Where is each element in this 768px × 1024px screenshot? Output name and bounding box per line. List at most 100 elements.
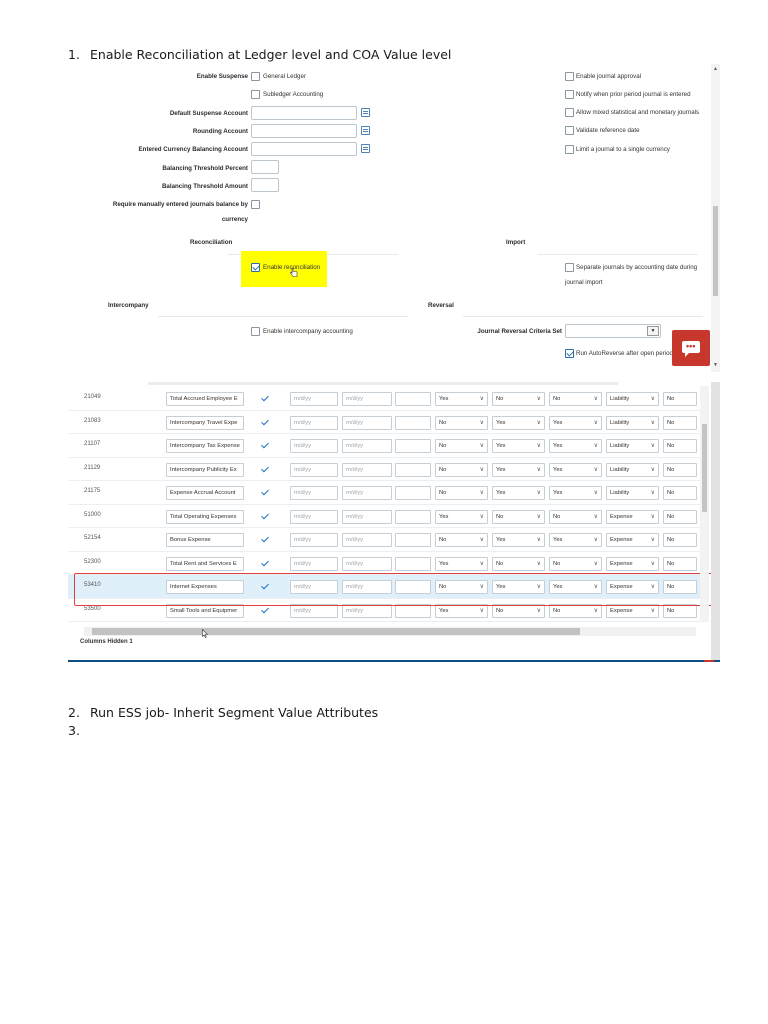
start-date-field[interactable]: m/d/yy — [290, 486, 338, 500]
start-date-field[interactable]: m/d/yy — [290, 533, 338, 547]
reconcile-select[interactable]: Yes — [549, 439, 602, 453]
allow-posting-select[interactable]: No — [492, 509, 545, 524]
last-column-field[interactable]: No — [663, 415, 697, 430]
reconcile-select[interactable]: Yes — [549, 462, 602, 477]
account-type-select[interactable]: Liability — [606, 439, 659, 453]
last-column-field[interactable]: No — [663, 533, 697, 547]
reconcile-select[interactable]: No — [549, 392, 602, 406]
validate-reference-date-checkbox[interactable] — [565, 126, 574, 135]
default-suspense-account-input[interactable] — [251, 106, 357, 120]
last-column-field[interactable]: No — [663, 439, 697, 453]
start-date-field[interactable]: m/d/yy — [290, 439, 338, 453]
blank-field[interactable] — [395, 439, 431, 453]
run-autoreverse-checkbox[interactable] — [565, 349, 574, 358]
enabled-checkbox[interactable] — [261, 606, 270, 615]
balancing-threshold-amount-input[interactable] — [251, 178, 279, 192]
allow-budgeting-select[interactable]: No — [435, 415, 488, 430]
blank-field[interactable] — [395, 533, 431, 547]
chat-button[interactable]: ••• — [672, 330, 710, 366]
last-column-field[interactable]: No — [663, 392, 697, 406]
table-vertical-scrollbar[interactable] — [700, 386, 709, 622]
table-row[interactable]: 52154 Bonus Expense m/d/yy m/d/yy No Yes Yes Ex… — [68, 528, 708, 552]
separate-journals-checkbox[interactable] — [565, 263, 574, 272]
end-date-field[interactable]: m/d/yy — [342, 486, 392, 500]
reconcile-select[interactable]: No — [549, 509, 602, 524]
account-type-select[interactable]: Liability — [606, 415, 659, 430]
start-date-field[interactable]: m/d/yy — [290, 415, 338, 430]
end-date-field[interactable]: m/d/yy — [342, 509, 392, 524]
enable-journal-approval-checkbox[interactable] — [565, 72, 574, 81]
table-vertical-scrollbar-thumb[interactable] — [702, 424, 707, 512]
reconcile-select[interactable]: Yes — [549, 415, 602, 430]
table-row[interactable]: 52300 Total Rent and Services E m/d/yy m/d/… — [68, 552, 708, 575]
allow-budgeting-select[interactable]: Yes — [435, 509, 488, 524]
blank-field[interactable] — [395, 462, 431, 477]
table-row[interactable]: 51000 Total Operating Expenses m/d/yy m/d/y… — [68, 505, 708, 528]
description-field[interactable]: Bonus Expense — [166, 533, 244, 547]
account-type-select[interactable]: Expense — [606, 556, 659, 571]
enabled-checkbox[interactable] — [261, 465, 270, 474]
enabled-checkbox[interactable] — [261, 512, 270, 521]
table-horizontal-scrollbar[interactable] — [84, 627, 696, 636]
end-date-field[interactable]: m/d/yy — [342, 392, 392, 406]
general-ledger-checkbox[interactable] — [251, 72, 260, 81]
enable-intercompany-checkbox[interactable] — [251, 327, 260, 336]
enabled-checkbox[interactable] — [261, 535, 270, 544]
allow-posting-select[interactable]: Yes — [492, 486, 545, 500]
description-field[interactable]: Intercompany Tax Expense — [166, 439, 244, 453]
last-column-field[interactable]: No — [663, 462, 697, 477]
table-row[interactable]: 21175 Expense Accrual Account m/d/yy m/d/yy… — [68, 481, 708, 505]
last-column-field[interactable]: No — [663, 556, 697, 571]
blank-field[interactable] — [395, 415, 431, 430]
journal-reversal-criteria-select[interactable]: ▼ — [565, 324, 661, 338]
require-balance-checkbox[interactable] — [251, 200, 260, 209]
end-date-field[interactable]: m/d/yy — [342, 556, 392, 571]
search-icon[interactable] — [361, 108, 370, 117]
last-column-field[interactable]: No — [663, 509, 697, 524]
allow-posting-select[interactable]: No — [492, 392, 545, 406]
blank-field[interactable] — [395, 556, 431, 571]
table-row[interactable]: 21083 Intercompany Travel Expe m/d/yy m/d/y… — [68, 411, 708, 434]
end-date-field[interactable]: m/d/yy — [342, 533, 392, 547]
form-scrollbar-thumb[interactable] — [713, 206, 718, 296]
start-date-field[interactable]: m/d/yy — [290, 556, 338, 571]
allow-posting-select[interactable]: Yes — [492, 439, 545, 453]
account-type-select[interactable]: Liability — [606, 392, 659, 406]
account-type-select[interactable]: Liability — [606, 486, 659, 500]
allow-budgeting-select[interactable]: Yes — [435, 392, 488, 406]
notify-prior-period-checkbox[interactable] — [565, 90, 574, 99]
search-icon[interactable] — [361, 144, 370, 153]
allow-posting-select[interactable]: Yes — [492, 415, 545, 430]
end-date-field[interactable]: m/d/yy — [342, 415, 392, 430]
blank-field[interactable] — [395, 509, 431, 524]
description-field[interactable]: Intercompany Travel Expe — [166, 415, 244, 430]
reconcile-select[interactable]: Yes — [549, 486, 602, 500]
search-icon[interactable] — [361, 126, 370, 135]
table-horizontal-scrollbar-thumb[interactable] — [92, 628, 580, 635]
allow-budgeting-select[interactable]: No — [435, 462, 488, 477]
account-type-select[interactable]: Expense — [606, 533, 659, 547]
description-field[interactable]: Total Accrued Employee E — [166, 392, 244, 406]
start-date-field[interactable]: m/d/yy — [290, 509, 338, 524]
allow-budgeting-select[interactable]: Yes — [435, 556, 488, 571]
entered-currency-balancing-account-input[interactable] — [251, 142, 357, 156]
description-field[interactable]: Intercompany Publicity Ex — [166, 462, 244, 477]
end-date-field[interactable]: m/d/yy — [342, 462, 392, 477]
limit-single-currency-checkbox[interactable] — [565, 145, 574, 154]
subledger-accounting-checkbox[interactable] — [251, 90, 260, 99]
account-type-select[interactable]: Liability — [606, 462, 659, 477]
description-field[interactable]: Expense Accrual Account — [166, 486, 244, 500]
blank-field[interactable] — [395, 486, 431, 500]
description-field[interactable]: Total Rent and Services E — [166, 556, 244, 571]
blank-field[interactable] — [395, 392, 431, 406]
enabled-checkbox[interactable] — [261, 559, 270, 568]
allow-posting-select[interactable]: Yes — [492, 533, 545, 547]
rounding-account-input[interactable] — [251, 124, 357, 138]
table-row[interactable]: 21049 Total Accrued Employee E m/d/yy m/d/y… — [68, 387, 708, 411]
end-date-field[interactable]: m/d/yy — [342, 439, 392, 453]
allow-budgeting-select[interactable]: No — [435, 486, 488, 500]
enabled-checkbox[interactable] — [261, 394, 270, 403]
enabled-checkbox[interactable] — [261, 441, 270, 450]
dropdown-arrow-icon[interactable]: ▼ — [647, 326, 659, 336]
start-date-field[interactable]: m/d/yy — [290, 462, 338, 477]
